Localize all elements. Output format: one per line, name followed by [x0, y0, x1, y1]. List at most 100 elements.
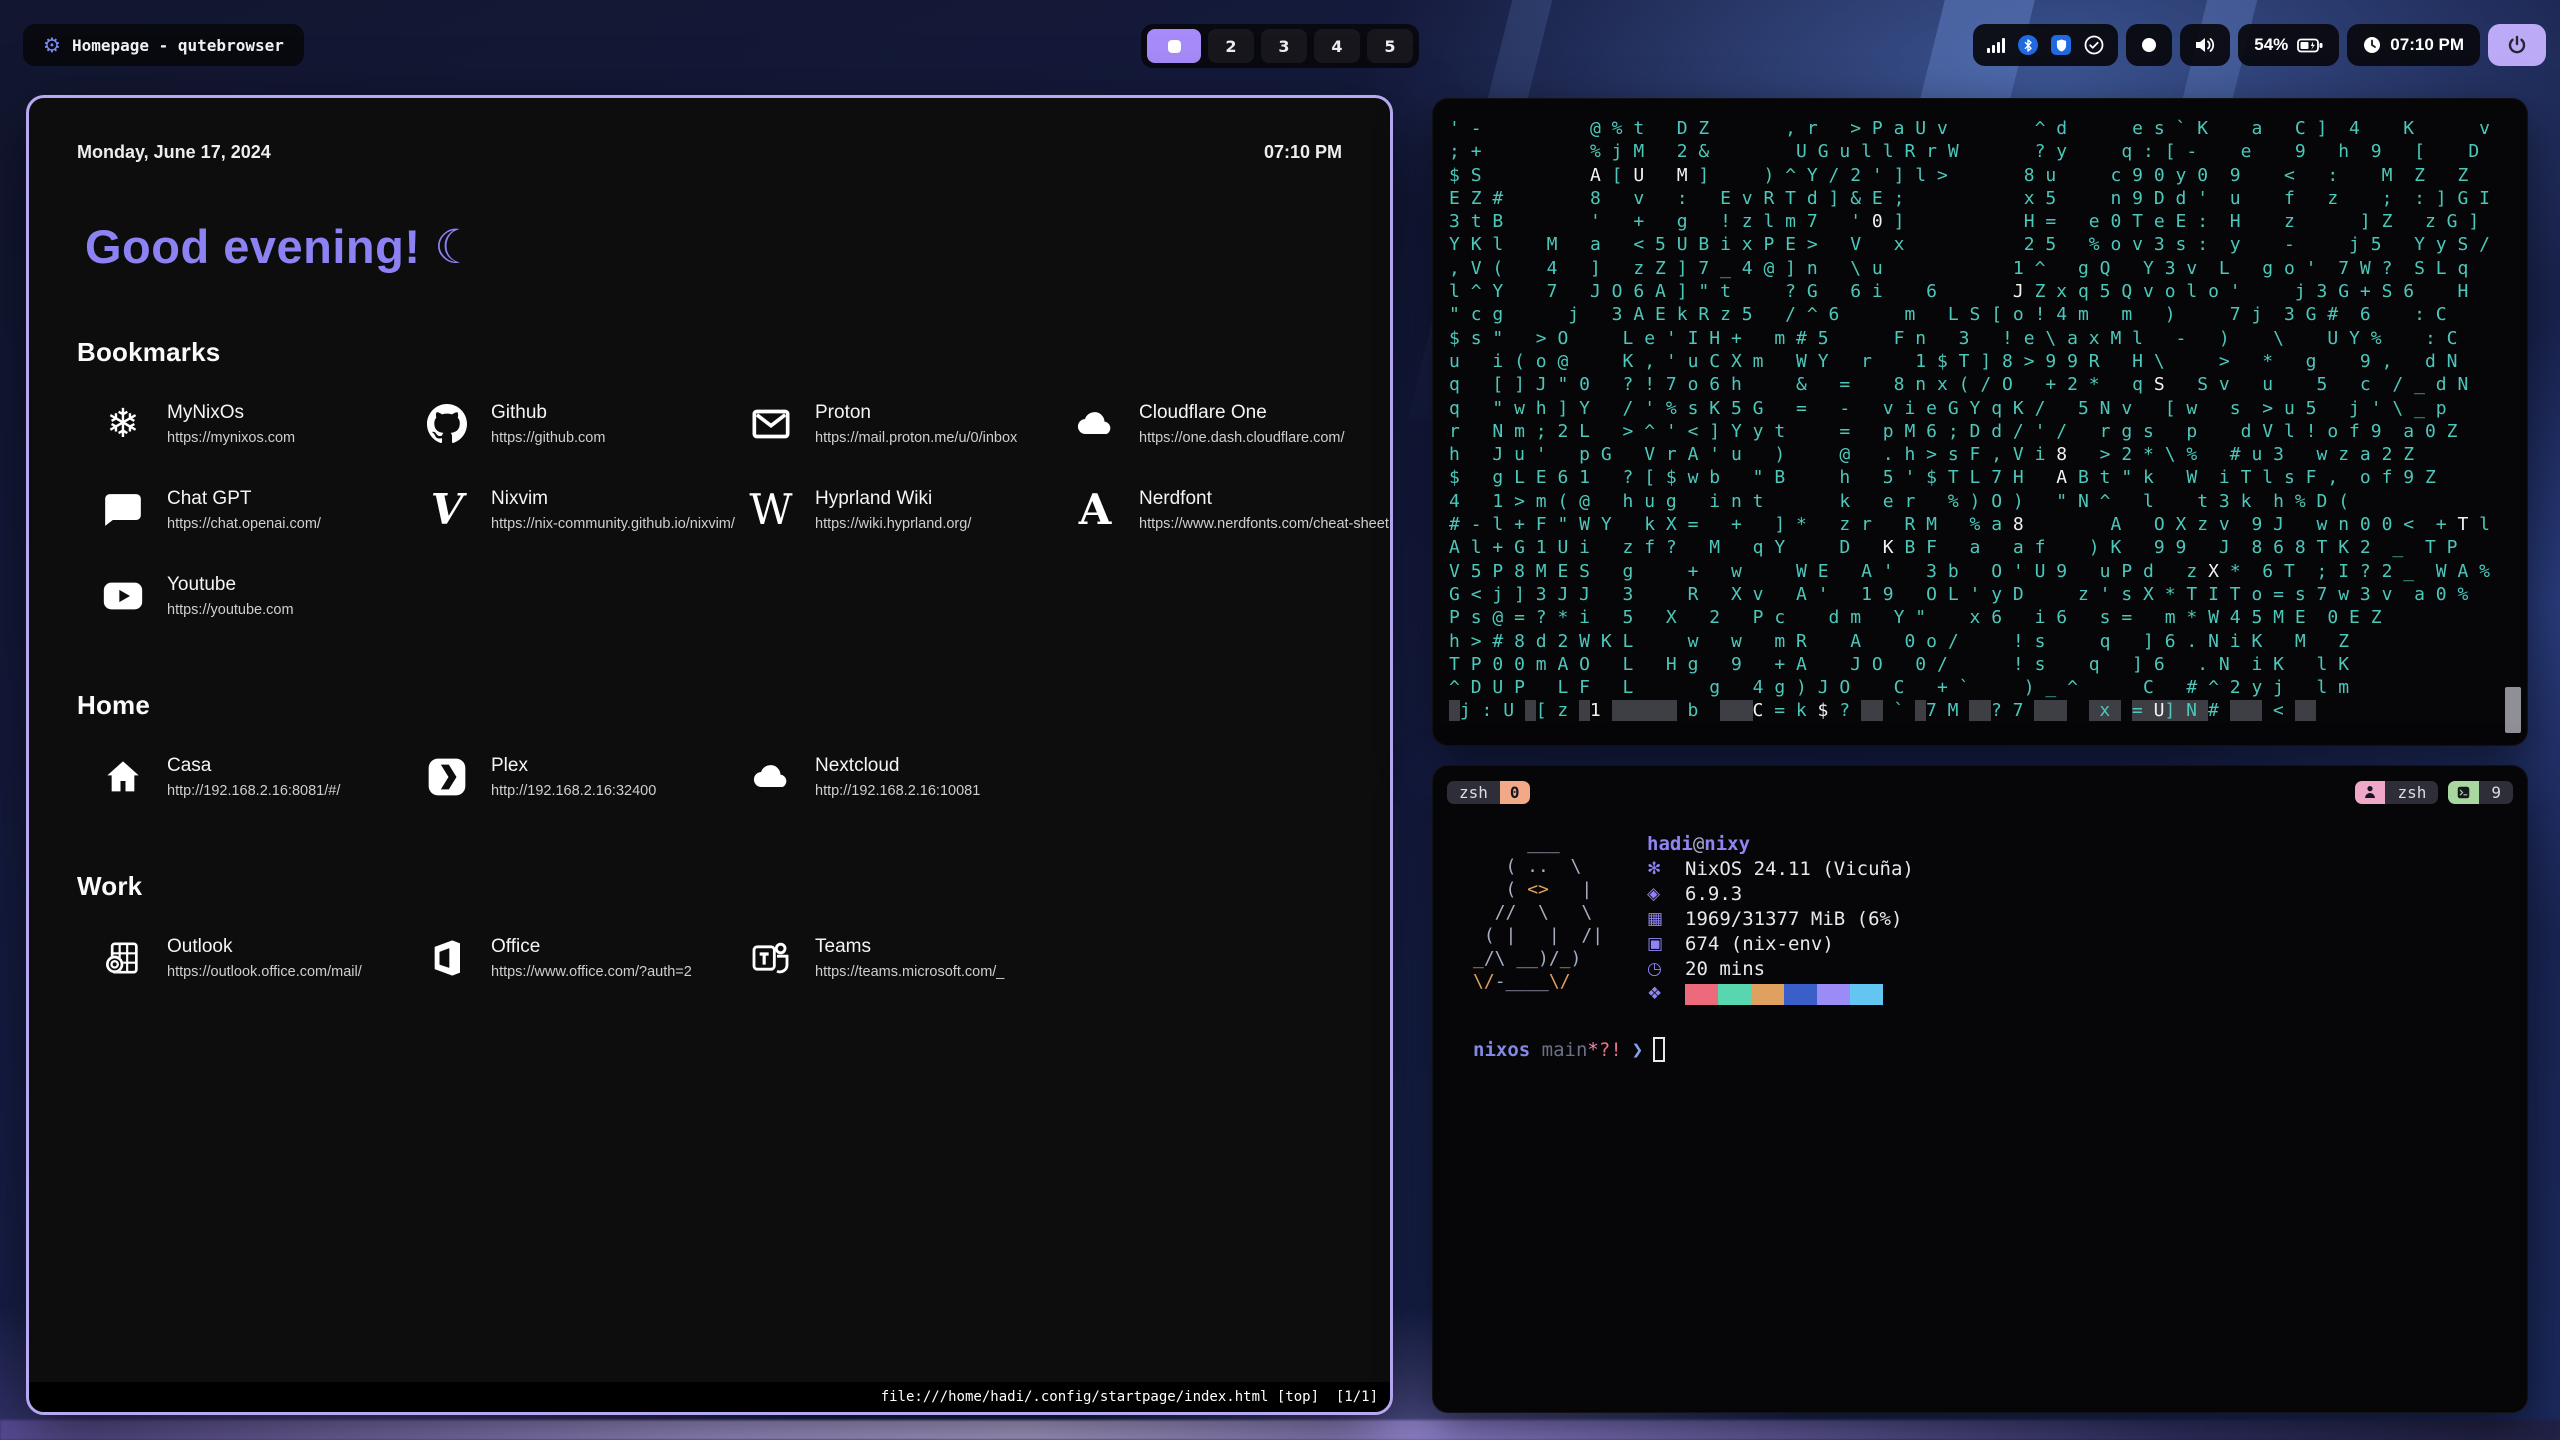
tmux-window-count-badge[interactable]: 9 [2448, 781, 2513, 804]
bitwarden-shield-icon [2051, 35, 2071, 55]
prompt-git-branch: main [1542, 1039, 1588, 1061]
battery-charging-icon [2297, 38, 2323, 53]
power-button[interactable] [2488, 24, 2546, 66]
bookmark-name: Plex [491, 755, 656, 777]
house-icon [101, 755, 145, 799]
clock-time: 07:10 PM [2390, 35, 2464, 55]
bookmark-name: Office [491, 936, 692, 958]
fetch-line: ✻NixOS 24.11 (Vicuña) [1647, 857, 1914, 882]
kernel-icon: ◈ [1647, 882, 1685, 907]
shell-prompt[interactable]: nixos main * ?! ❯ [1447, 1037, 2513, 1062]
bookmark-name: Outlook [167, 936, 362, 958]
matrix-rain: ' - @ % t D Z , r > P a U v ^ d e s ` K … [1449, 117, 2511, 727]
bookmark-name: Nerdfont [1139, 488, 1385, 510]
github-icon [425, 402, 469, 446]
cloud-icon [749, 755, 793, 799]
check-circle-icon [2084, 35, 2104, 55]
bookmark-plex[interactable]: Plexhttp://192.168.2.16:32400 [425, 755, 737, 799]
bookmark-url: https://www.office.com/?auth=2 [491, 964, 692, 980]
fetch-value: 1969/31377 MiB (6%) [1685, 907, 1902, 932]
bookmark-outlook[interactable]: Outlookhttps://outlook.office.com/mail/ [101, 936, 413, 980]
bookmark-url: https://wiki.hyprland.org/ [815, 516, 971, 532]
workspace-button-3[interactable]: 3 [1261, 29, 1307, 63]
fetch-value: 674 (nix-env) [1685, 932, 1834, 957]
window-count: 9 [2479, 781, 2513, 804]
prompt-git-flags: ?! [1599, 1039, 1622, 1061]
bookmark-name: Nixvim [491, 488, 735, 510]
section-bookmarks: Bookmarks❄MyNixOshttps://mynixos.comGith… [77, 337, 1342, 618]
volume-control[interactable] [2180, 24, 2230, 66]
system-tray: 54% 07:10 PM [1973, 24, 2546, 66]
startpage-time: 07:10 PM [1264, 142, 1342, 163]
tray-status-icons[interactable] [1973, 24, 2118, 66]
record-dot-icon [2142, 38, 2156, 52]
tab-label: zsh [1447, 781, 1500, 804]
chat-bubble-icon [101, 488, 145, 532]
bookmark-nerdfont[interactable]: ANerdfonthttps://www.nerdfonts.com/cheat… [1073, 488, 1385, 532]
bookmark-github[interactable]: Githubhttps://github.com [425, 402, 737, 446]
prompt-directory: nixos [1473, 1039, 1530, 1061]
fetch-line: ▣674 (nix-env) [1647, 932, 1914, 957]
section-title: Work [77, 871, 1342, 902]
fetch-value: NixOS 24.11 (Vicuña) [1685, 857, 1914, 882]
moon-icon: ☾ [434, 220, 477, 275]
shell-terminal-window[interactable]: zsh 0 zsh 9 ___ ( .. \ ( <> | // \ \ ( |… [1432, 765, 2528, 1413]
memory-icon: ▦ [1647, 907, 1685, 932]
workspace-button-1[interactable] [1147, 29, 1201, 63]
matrix-terminal-window[interactable]: ' - @ % t D Z , r > P a U v ^ d e s ` K … [1432, 98, 2528, 746]
bookmark-cloudflare-one[interactable]: Cloudflare Onehttps://one.dash.cloudflar… [1073, 402, 1385, 446]
tab-index: 0 [1500, 781, 1530, 804]
color-swatch [1784, 984, 1817, 1005]
qutebrowser-statusbar: file:///home/hadi/.config/startpage/inde… [29, 1382, 1390, 1412]
recorder-indicator[interactable] [2126, 24, 2172, 66]
session-name: zsh [2385, 781, 2438, 804]
outlook-icon [101, 936, 145, 980]
bookmark-name: Nextcloud [815, 755, 980, 777]
bookmark-nixvim[interactable]: VNixvimhttps://nix-community.github.io/n… [425, 488, 737, 532]
bookmark-nextcloud[interactable]: Nextcloudhttp://192.168.2.16:10081 [749, 755, 1061, 799]
bookmark-url: http://192.168.2.16:8081/#/ [167, 783, 340, 799]
clock-widget[interactable]: 07:10 PM [2347, 24, 2480, 66]
matrix-cursor-block [2505, 687, 2521, 733]
power-icon [2507, 35, 2527, 55]
bookmark-proton[interactable]: Protonhttps://mail.proton.me/u/0/inbox [749, 402, 1061, 446]
bookmark-youtube[interactable]: Youtubehttps://youtube.com [101, 574, 413, 618]
wikipedia-w-icon: W [749, 488, 793, 532]
cloud-icon [1073, 402, 1117, 446]
bookmark-casa[interactable]: Casahttp://192.168.2.16:8081/#/ [101, 755, 413, 799]
terminal-icon [2448, 781, 2479, 804]
fetch-value: 6.9.3 [1685, 882, 1742, 907]
workspace-button-4[interactable]: 4 [1314, 29, 1360, 63]
bookmark-name: MyNixOs [167, 402, 295, 424]
bookmark-office[interactable]: Office https://www.office.com/?auth=2 [425, 936, 737, 980]
terminal-cursor [1653, 1037, 1665, 1062]
fastfetch-output: ___ ( .. \ ( <> | // \ \ ( | | /|_/\ __)… [1447, 832, 2513, 1007]
user-icon [2355, 781, 2385, 804]
bookmark-url: https://chat.openai.com/ [167, 516, 321, 532]
color-swatch [1850, 984, 1883, 1005]
section-work: Work Outlookhttps://outlook.office.com/ma… [77, 871, 1342, 980]
color-swatch [1817, 984, 1850, 1005]
prompt-dirty-flag: * [1587, 1039, 1598, 1061]
fastfetch-info: hadi@nixy ✻NixOS 24.11 (Vicuña)◈6.9.3▦19… [1647, 832, 1914, 1007]
bookmark-hyprland-wiki[interactable]: WHyprland Wikihttps://wiki.hyprland.org/ [749, 488, 1061, 532]
workspace-button-2[interactable]: 2 [1208, 29, 1254, 63]
wallpaper-bottom-glow [0, 1420, 2560, 1440]
workspace-button-5[interactable]: 5 [1367, 29, 1413, 63]
battery-indicator[interactable]: 54% [2238, 24, 2339, 66]
bluetooth-icon [2018, 35, 2038, 55]
bookmark-teams[interactable]: Teamshttps://teams.microsoft.com/_ [749, 936, 1061, 980]
bookmark-url: https://youtube.com [167, 602, 294, 618]
color-swatch [1751, 984, 1784, 1005]
tmux-window-tab[interactable]: zsh 0 [1447, 781, 1530, 804]
office-icon [425, 936, 469, 980]
envelope-icon [749, 402, 793, 446]
bookmark-chat-gpt[interactable]: Chat GPThttps://chat.openai.com/ [101, 488, 413, 532]
bookmark-mynixos[interactable]: ❄MyNixOshttps://mynixos.com [101, 402, 413, 446]
startpage-date: Monday, June 17, 2024 [77, 142, 271, 163]
bookmark-name: Teams [815, 936, 1004, 958]
tmux-session-badge[interactable]: zsh [2355, 781, 2438, 804]
fetch-value: 20 mins [1685, 957, 1765, 982]
tux-ascii-art: ___ ( .. \ ( <> | // \ \ ( | | /|_/\ __)… [1473, 832, 1603, 1007]
plex-chevron-icon [425, 755, 469, 799]
